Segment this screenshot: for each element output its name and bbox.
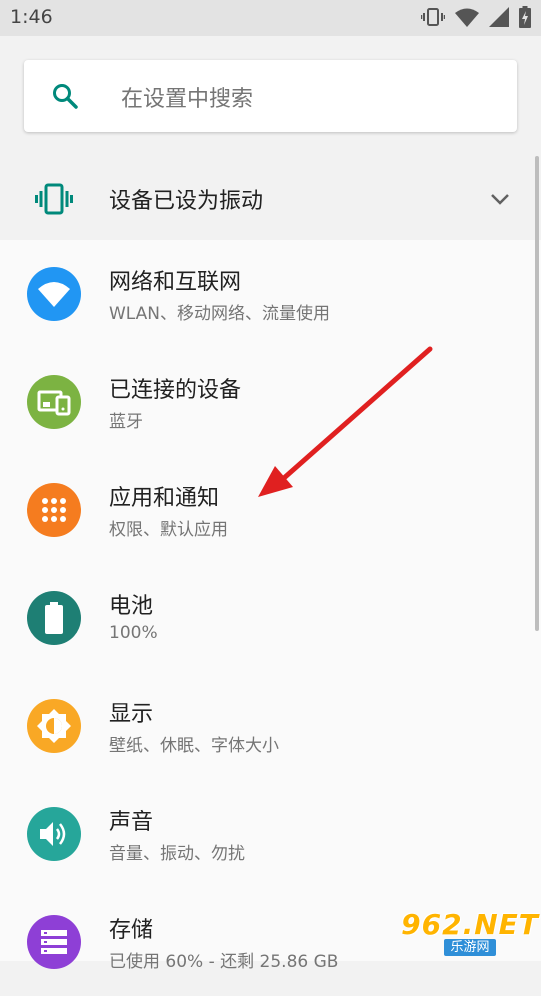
watermark-brand: 962.NET: [401, 907, 539, 941]
watermark-site: 乐游网: [444, 938, 496, 956]
red-arrow-icon: [258, 346, 433, 497]
watermark-logo: 962.NET 乐游网: [401, 909, 538, 957]
